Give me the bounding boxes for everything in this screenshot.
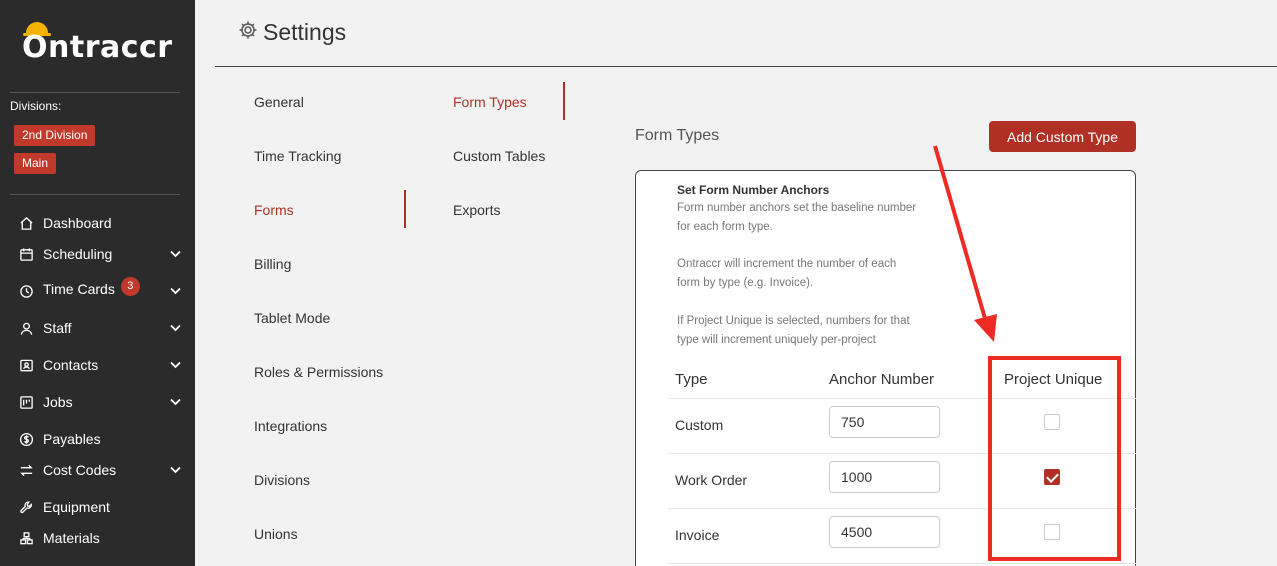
settings-menu-forms[interactable]: Forms	[254, 202, 294, 218]
desc-line: type will increment uniquely per-project	[677, 334, 876, 346]
settings-menu-unions[interactable]: Unions	[254, 526, 298, 542]
anchor-number-input[interactable]	[829, 516, 940, 548]
annotation-highlight-box	[988, 356, 1121, 561]
nav-item-contacts[interactable]: Contacts	[18, 354, 183, 376]
desc-line: Form number anchors set the baseline num…	[677, 202, 917, 214]
settings-menu-tablet-mode[interactable]: Tablet Mode	[254, 310, 330, 326]
forms-menu-custom-tables[interactable]: Custom Tables	[453, 148, 545, 164]
gear-icon	[238, 19, 263, 46]
chevron-down-icon[interactable]	[167, 357, 183, 373]
swap-icon	[18, 462, 34, 478]
row-divider	[668, 563, 1136, 564]
nav-label: Cost Codes	[43, 462, 117, 478]
logo[interactable]: Ontraccr	[22, 22, 177, 66]
divisions-label: Divisions:	[10, 99, 62, 113]
active-indicator	[404, 190, 406, 228]
section-title: Form Types	[635, 127, 720, 144]
row-type: Invoice	[675, 527, 720, 543]
chevron-down-icon[interactable]	[167, 394, 183, 410]
settings-menu-general[interactable]: General	[254, 94, 304, 110]
nav-label: Equipment	[43, 499, 110, 515]
chevron-down-icon[interactable]	[167, 283, 183, 299]
nav-label-text: Time Cards	[43, 281, 115, 297]
forms-menu-exports[interactable]: Exports	[453, 202, 500, 218]
header-divider	[215, 66, 1277, 67]
desc-line: form by type (e.g. Invoice).	[677, 277, 814, 289]
nav-label: Dashboard	[43, 215, 112, 231]
nav-label: Materials	[43, 530, 100, 546]
user-icon	[18, 320, 34, 336]
nav-label: Time Cards 3	[43, 277, 167, 301]
jobs-icon	[18, 394, 34, 410]
desc-line: Ontraccr will increment the number of ea…	[677, 258, 897, 270]
nav-item-dashboard[interactable]: Dashboard	[18, 212, 183, 234]
add-custom-type-button[interactable]: Add Custom Type	[989, 121, 1136, 152]
nav-item-equipment[interactable]: Equipment	[18, 496, 183, 518]
nav-label: Staff	[43, 320, 72, 336]
desc-line: for each form type.	[677, 221, 773, 233]
wrench-icon	[18, 499, 34, 515]
nav-item-cost-codes[interactable]: Cost Codes	[18, 459, 183, 481]
chevron-down-icon[interactable]	[167, 462, 183, 478]
sidebar: Ontraccr Divisions: 2nd Division Main Da…	[0, 0, 195, 566]
nav-item-jobs[interactable]: Jobs	[18, 391, 183, 413]
dollar-icon	[18, 431, 34, 447]
card-description: Form number anchors set the baseline num…	[677, 199, 947, 237]
nav-item-payables[interactable]: Payables	[18, 428, 183, 450]
page-title: Settings	[238, 19, 346, 46]
nav-item-time-cards[interactable]: Time Cards 3	[18, 277, 183, 302]
anchor-number-input[interactable]	[829, 461, 940, 493]
chevron-down-icon[interactable]	[167, 320, 183, 336]
forms-menu-form-types[interactable]: Form Types	[453, 94, 527, 110]
row-type: Custom	[675, 417, 724, 433]
settings-menu-roles[interactable]: Roles & Permissions	[254, 364, 383, 380]
nav-label: Contacts	[43, 357, 99, 373]
row-type: Work Order	[675, 472, 748, 488]
contacts-icon	[18, 357, 34, 373]
sidebar-divider	[10, 92, 180, 93]
sidebar-divider	[10, 194, 180, 195]
settings-menu-divisions[interactable]: Divisions	[254, 472, 310, 488]
nav-item-staff[interactable]: Staff	[18, 317, 183, 339]
nav-label: Scheduling	[43, 246, 113, 262]
card-description: If Project Unique is selected, numbers f…	[677, 312, 947, 350]
active-indicator	[563, 82, 565, 120]
page-title-text: Settings	[263, 19, 347, 45]
division-tag-2nd[interactable]: 2nd Division	[14, 125, 96, 146]
settings-menu-billing[interactable]: Billing	[254, 256, 291, 272]
nav-item-scheduling[interactable]: Scheduling	[18, 243, 183, 265]
card-description: Ontraccr will increment the number of ea…	[677, 255, 947, 293]
settings-menu-integrations[interactable]: Integrations	[254, 418, 327, 434]
division-tag-main[interactable]: Main	[14, 153, 57, 174]
nav-label: Jobs	[43, 394, 73, 410]
column-header-type: Type	[675, 371, 708, 388]
home-icon	[18, 215, 34, 231]
logo-text: Ontraccr	[22, 30, 173, 65]
column-header-anchor: Anchor Number	[829, 371, 935, 388]
materials-icon	[18, 530, 34, 546]
chevron-down-icon[interactable]	[167, 246, 183, 262]
calendar-icon	[18, 246, 34, 262]
nav-label: Payables	[43, 431, 101, 447]
time-cards-badge: 3	[120, 277, 140, 296]
desc-line: If Project Unique is selected, numbers f…	[677, 315, 910, 327]
settings-menu-time-tracking[interactable]: Time Tracking	[254, 148, 341, 164]
clock-icon	[18, 283, 34, 299]
anchor-number-input[interactable]	[829, 406, 940, 438]
card-title: Set Form Number Anchors	[677, 183, 830, 197]
nav-item-materials[interactable]: Materials	[18, 527, 183, 549]
